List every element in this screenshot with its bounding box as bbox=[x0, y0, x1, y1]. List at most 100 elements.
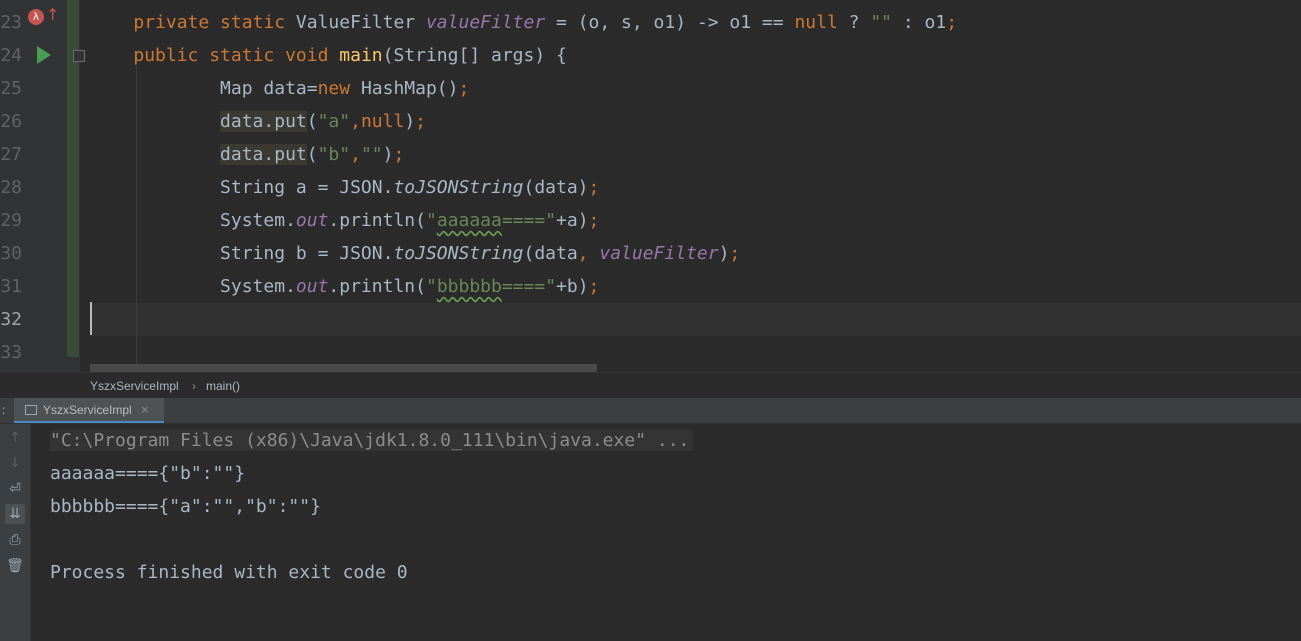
breadcrumb-method[interactable]: main() bbox=[206, 379, 240, 393]
code-token: ValueFilter bbox=[295, 12, 426, 33]
code-token: ) bbox=[382, 144, 394, 165]
code-token: null bbox=[794, 12, 838, 33]
code-token: "" bbox=[360, 144, 383, 165]
override-arrow-icon[interactable]: ↑ bbox=[46, 6, 59, 24]
code-token: (data) bbox=[523, 177, 589, 198]
code-line[interactable]: private static ValueFilter valueFilter =… bbox=[90, 6, 1301, 39]
tab-yszxserviceimpl[interactable]: YszxServiceImpl × bbox=[14, 398, 164, 423]
breadcrumb: YszxServiceImpl › main() bbox=[0, 372, 1301, 399]
code-token: valueFilter bbox=[425, 12, 546, 33]
code-token: ; bbox=[588, 276, 600, 297]
console-output-line: bbbbbb===={"a":"","b":""} bbox=[50, 496, 321, 517]
code-token: ====" bbox=[501, 210, 557, 231]
code-token: , bbox=[350, 111, 361, 132]
code-token: : o1 bbox=[892, 12, 947, 33]
code-token: , bbox=[350, 144, 361, 165]
fold-icon[interactable] bbox=[73, 50, 85, 62]
breadcrumb-separator: › bbox=[192, 379, 196, 393]
code-line[interactable]: String a = JSON.toJSONString(data); bbox=[90, 171, 1301, 204]
code-token: (data bbox=[523, 243, 578, 264]
code-token: ? bbox=[837, 12, 871, 33]
code-line[interactable] bbox=[90, 303, 1301, 336]
indent-guide bbox=[136, 66, 137, 372]
run-console[interactable]: ↑ ↓ ⏎ ⇊ ⎙ 🗑 "C:\Program Files (x86)\Java… bbox=[0, 424, 1301, 641]
code-line[interactable]: String b = JSON.toJSONString(data, value… bbox=[90, 237, 1301, 270]
code-token: " bbox=[425, 276, 437, 297]
code-token: .println( bbox=[328, 210, 426, 231]
console-command-line: "C:\Program Files (x86)\Java\jdk1.8.0_11… bbox=[50, 424, 694, 457]
code-line[interactable]: System.out.println("aaaaaa===="+a); bbox=[90, 204, 1301, 237]
code-editor[interactable]: 23 24 25 26 27 28 29 30 31 32 33 private static Va… bbox=[0, 0, 1301, 372]
lambda-icon[interactable]: λ bbox=[28, 9, 44, 25]
code-token: toJSONString bbox=[393, 243, 524, 264]
code-token: bbbbbb bbox=[436, 276, 502, 297]
run-icon[interactable] bbox=[37, 46, 51, 64]
code-token: null bbox=[360, 111, 405, 132]
code-line[interactable]: data.put("b",""); bbox=[90, 138, 1301, 171]
code-token: ====" bbox=[501, 276, 557, 297]
soft-wrap-icon[interactable]: ⏎ bbox=[5, 479, 25, 499]
code-token: valueFilter bbox=[599, 243, 719, 264]
line-number: 30 bbox=[0, 243, 22, 264]
java-command: "C:\Program Files (x86)\Java\jdk1.8.0_11… bbox=[50, 430, 694, 451]
line-number: 25 bbox=[0, 78, 22, 99]
console-output-line: aaaaaa===={"b":""} bbox=[50, 463, 246, 484]
text-caret bbox=[90, 302, 92, 335]
code-token: ; bbox=[588, 177, 600, 198]
scroll-to-end-icon[interactable]: ⇊ bbox=[5, 504, 25, 524]
console-icon bbox=[25, 405, 37, 415]
line-number: 33 bbox=[0, 342, 22, 363]
arrow-up-icon[interactable]: ↑ bbox=[5, 428, 25, 448]
code-token: private static bbox=[133, 12, 296, 33]
code-token: main bbox=[339, 45, 383, 66]
code-token: aaaaaa bbox=[436, 210, 502, 231]
tabs-prefix: : bbox=[2, 403, 6, 417]
code-token: data.put bbox=[220, 111, 307, 132]
code-line[interactable]: System.out.println("bbbbbb===="+b); bbox=[90, 270, 1301, 303]
line-number: 27 bbox=[0, 144, 22, 165]
code-token: Map data= bbox=[90, 78, 318, 99]
code-token: "" bbox=[870, 12, 892, 33]
code-token: out bbox=[295, 276, 329, 297]
line-number: 32 bbox=[0, 309, 22, 330]
tab-label: YszxServiceImpl bbox=[43, 403, 132, 417]
code-token: public static void bbox=[133, 45, 340, 66]
process-finished-line: Process finished with exit code 0 bbox=[50, 562, 408, 583]
code-token: data.put bbox=[220, 144, 307, 165]
code-line[interactable]: data.put("a",null); bbox=[90, 105, 1301, 138]
line-number: 31 bbox=[0, 276, 22, 297]
print-icon[interactable]: ⎙ bbox=[5, 530, 25, 550]
code-token: = (o, s, o1) -> o1 == bbox=[545, 12, 795, 33]
horizontal-scrollbar[interactable] bbox=[90, 364, 597, 372]
code-token: System. bbox=[90, 276, 296, 297]
breadcrumb-class[interactable]: YszxServiceImpl bbox=[90, 379, 179, 393]
code-token: , bbox=[577, 243, 600, 264]
code-token: new bbox=[317, 78, 361, 99]
code-token: ; bbox=[729, 243, 741, 264]
console-toolbar: ↑ ↓ ⏎ ⇊ ⎙ 🗑 bbox=[0, 424, 31, 641]
code-line[interactable]: Map data=new HashMap(); bbox=[90, 72, 1301, 105]
code-token: (String[] args) { bbox=[382, 45, 567, 66]
trash-icon[interactable]: 🗑 bbox=[5, 556, 25, 576]
code-token: HashMap() bbox=[360, 78, 459, 99]
code-token: ; bbox=[415, 111, 426, 132]
line-number: 23 bbox=[0, 12, 22, 33]
code-token: "a" bbox=[317, 111, 351, 132]
code-token: ; bbox=[393, 144, 405, 165]
code-token: ; bbox=[946, 12, 958, 33]
code-token: ) bbox=[404, 111, 416, 132]
line-number: 24 bbox=[0, 45, 22, 66]
code-token: out bbox=[295, 210, 329, 231]
code-token: ( bbox=[306, 111, 318, 132]
line-number: 29 bbox=[0, 210, 22, 231]
arrow-down-icon[interactable]: ↓ bbox=[5, 453, 25, 473]
code-token: "b" bbox=[317, 144, 351, 165]
close-icon[interactable]: × bbox=[141, 402, 149, 417]
code-line[interactable]: public static void main(String[] args) { bbox=[90, 39, 1301, 72]
code-token: +a) bbox=[556, 210, 589, 231]
code-token: toJSONString bbox=[393, 177, 524, 198]
